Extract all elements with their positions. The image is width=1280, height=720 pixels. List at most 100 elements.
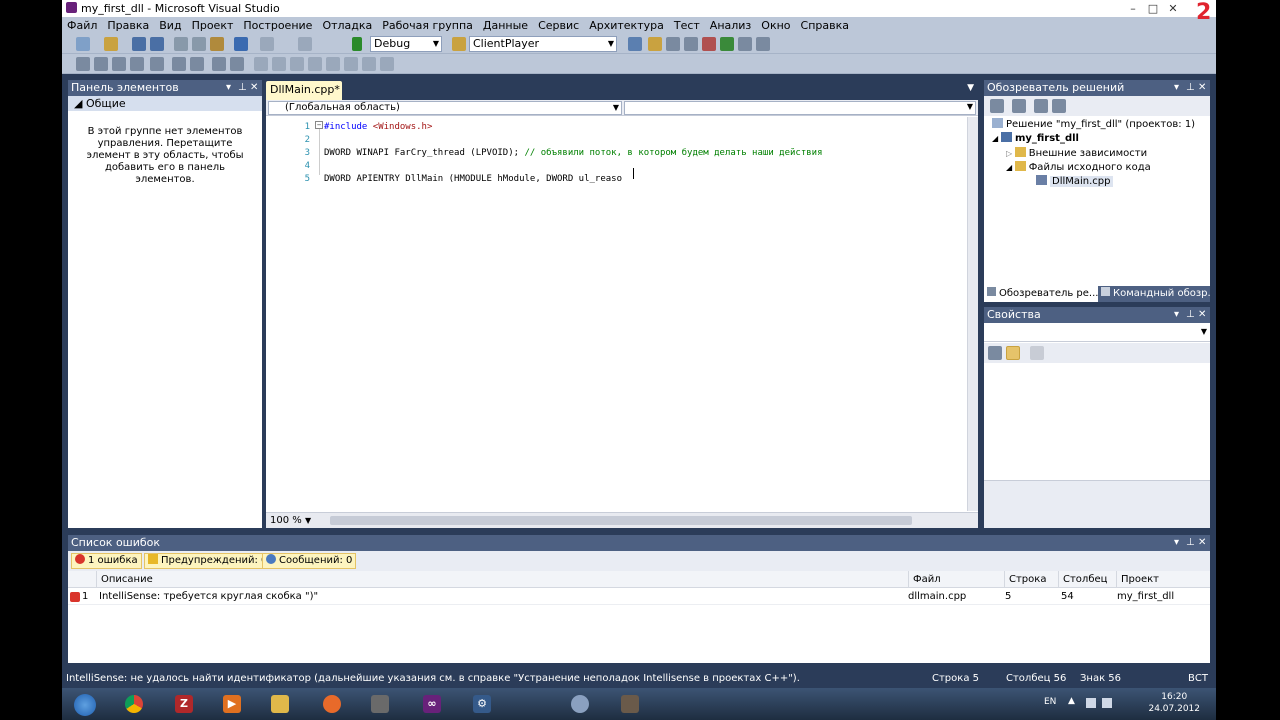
- save-all-icon[interactable]: [150, 37, 164, 51]
- taskbar-filezilla[interactable]: Z: [162, 689, 206, 719]
- taskbar-chrome[interactable]: [112, 689, 156, 719]
- horizontal-scrollbar[interactable]: [330, 516, 912, 525]
- decrease-indent-icon[interactable]: [150, 57, 164, 71]
- clock[interactable]: 16:20 24.07.2012: [1148, 691, 1200, 715]
- toolbar-options-icon[interactable]: [380, 57, 394, 71]
- tree-project[interactable]: ◢ my_first_dll: [992, 132, 1079, 145]
- increase-indent-icon[interactable]: [172, 57, 186, 71]
- menu-help[interactable]: Справка: [796, 17, 854, 34]
- scope-dropdown[interactable]: (Глобальная область) ▼: [268, 101, 622, 115]
- undo-icon[interactable]: [234, 37, 248, 51]
- menu-view[interactable]: Вид: [154, 17, 186, 34]
- close-button[interactable]: ✕: [1164, 0, 1182, 17]
- comment-icon[interactable]: [190, 57, 204, 71]
- column-column[interactable]: Столбец: [1058, 571, 1116, 588]
- warnings-filter-button[interactable]: Предупреждений: 0: [144, 553, 272, 569]
- copy-icon[interactable]: [192, 37, 206, 51]
- maximize-button[interactable]: □: [1144, 0, 1162, 17]
- tab-solution-explorer[interactable]: Обозреватель ре...: [984, 286, 1098, 302]
- class-view-icon[interactable]: [1052, 99, 1066, 113]
- open-icon[interactable]: [104, 37, 118, 51]
- platform-icon[interactable]: [452, 37, 466, 51]
- show-all-files-icon[interactable]: [1012, 99, 1026, 113]
- property-pages-icon[interactable]: [1030, 346, 1044, 360]
- menu-debug[interactable]: Отладка: [317, 17, 377, 34]
- dropdown-icon[interactable]: ▾: [226, 80, 231, 96]
- start-debug-icon[interactable]: [352, 37, 362, 51]
- more-options-icon[interactable]: [756, 37, 770, 51]
- categorized-icon[interactable]: [988, 346, 1002, 360]
- taskbar-app-orange[interactable]: [310, 689, 354, 719]
- menu-analyze[interactable]: Анализ: [705, 17, 757, 34]
- extensions-icon[interactable]: [738, 37, 752, 51]
- language-indicator[interactable]: EN: [1044, 697, 1056, 707]
- prev-file-bookmark-icon[interactable]: [344, 57, 358, 71]
- tree-solution[interactable]: Решение "my_first_dll" (проектов: 1): [992, 118, 1195, 131]
- clear-bookmarks-icon[interactable]: [326, 57, 340, 71]
- tree-dllmain-cpp[interactable]: DllMain.cpp: [1036, 175, 1113, 188]
- menu-window[interactable]: Окно: [756, 17, 795, 34]
- cut-icon[interactable]: [174, 37, 188, 51]
- minimize-button[interactable]: –: [1124, 0, 1142, 17]
- taskbar-visual-studio[interactable]: ∞: [410, 689, 454, 719]
- tree-external-deps[interactable]: ▷ Внешние зависимости: [1006, 147, 1147, 160]
- close-icon[interactable]: ✕: [250, 80, 258, 96]
- tab-team-explorer[interactable]: Командный обозр...: [1098, 286, 1210, 302]
- dropdown-icon[interactable]: ▾: [1174, 535, 1179, 551]
- taskbar-game[interactable]: [608, 689, 652, 719]
- tray-arrow-icon[interactable]: ▲: [1068, 696, 1075, 706]
- next-bookmark-icon[interactable]: [272, 57, 286, 71]
- dropdown-icon[interactable]: ▾: [1174, 80, 1179, 96]
- close-icon[interactable]: ✕: [1198, 307, 1206, 323]
- complete-word-icon[interactable]: [112, 57, 126, 71]
- code-area[interactable]: − 1 #include <Windows.h> 2 3 DWORD WINAPI Fa…: [266, 117, 966, 511]
- navigate-icon[interactable]: [298, 37, 312, 51]
- find-icon[interactable]: [628, 37, 642, 51]
- quick-info-icon[interactable]: [76, 57, 90, 71]
- menu-edit[interactable]: Правка: [102, 17, 154, 34]
- toolbox-group-general[interactable]: ◢ Общие: [68, 96, 262, 111]
- tree-source-files[interactable]: ◢ Файлы исходного кода: [1006, 161, 1151, 174]
- redo-icon[interactable]: [260, 37, 274, 51]
- refresh-icon[interactable]: [1034, 99, 1048, 113]
- column-project[interactable]: Проект: [1116, 571, 1210, 588]
- zoom-dropdown[interactable]: 100 % ▼: [268, 514, 318, 527]
- menu-build[interactable]: Построение: [238, 17, 317, 34]
- save-icon[interactable]: [132, 37, 146, 51]
- network-icon[interactable]: [1086, 698, 1096, 708]
- close-icon[interactable]: ✕: [1198, 535, 1206, 551]
- start-page-icon[interactable]: [720, 37, 734, 51]
- messages-filter-button[interactable]: Сообщений: 0: [262, 553, 357, 569]
- alphabetical-icon[interactable]: [1006, 346, 1020, 360]
- parameter-info-icon[interactable]: [94, 57, 108, 71]
- close-icon[interactable]: ✕: [1198, 80, 1206, 96]
- vertical-scrollbar[interactable]: [967, 117, 978, 511]
- menu-file[interactable]: Файл: [62, 17, 102, 34]
- menu-data[interactable]: Данные: [478, 17, 533, 34]
- list-members-icon[interactable]: [130, 57, 144, 71]
- next-file-bookmark-icon[interactable]: [362, 57, 376, 71]
- properties-icon[interactable]: [666, 37, 680, 51]
- pin-icon[interactable]: ⊥: [1186, 80, 1195, 96]
- column-description[interactable]: Описание: [96, 571, 908, 588]
- menu-team[interactable]: Рабочая группа: [377, 17, 478, 34]
- table-row[interactable]: 1 IntelliSense: требуется круглая скобка…: [68, 590, 1210, 605]
- pin-icon[interactable]: ⊥: [1186, 307, 1195, 323]
- taskbar-app-tool[interactable]: [358, 689, 402, 719]
- next-folder-bookmark-icon[interactable]: [308, 57, 322, 71]
- menu-architecture[interactable]: Архитектура: [584, 17, 669, 34]
- taskbar-media-player[interactable]: ▶: [210, 689, 254, 719]
- prev-folder-bookmark-icon[interactable]: [290, 57, 304, 71]
- toolbox-icon[interactable]: [702, 37, 716, 51]
- tab-dllmain[interactable]: DllMain.cpp*: [266, 81, 342, 100]
- collapse-icon[interactable]: −: [315, 121, 323, 129]
- pin-icon[interactable]: ⊥: [1186, 535, 1195, 551]
- menu-project[interactable]: Проект: [187, 17, 239, 34]
- properties-object-dropdown[interactable]: ▼: [984, 324, 1210, 342]
- bookmark-icon[interactable]: [230, 57, 244, 71]
- solution-explorer-icon[interactable]: [648, 37, 662, 51]
- column-line[interactable]: Строка: [1004, 571, 1058, 588]
- volume-icon[interactable]: [1102, 698, 1112, 708]
- pin-icon[interactable]: ⊥: [238, 80, 247, 96]
- properties-icon[interactable]: [990, 99, 1004, 113]
